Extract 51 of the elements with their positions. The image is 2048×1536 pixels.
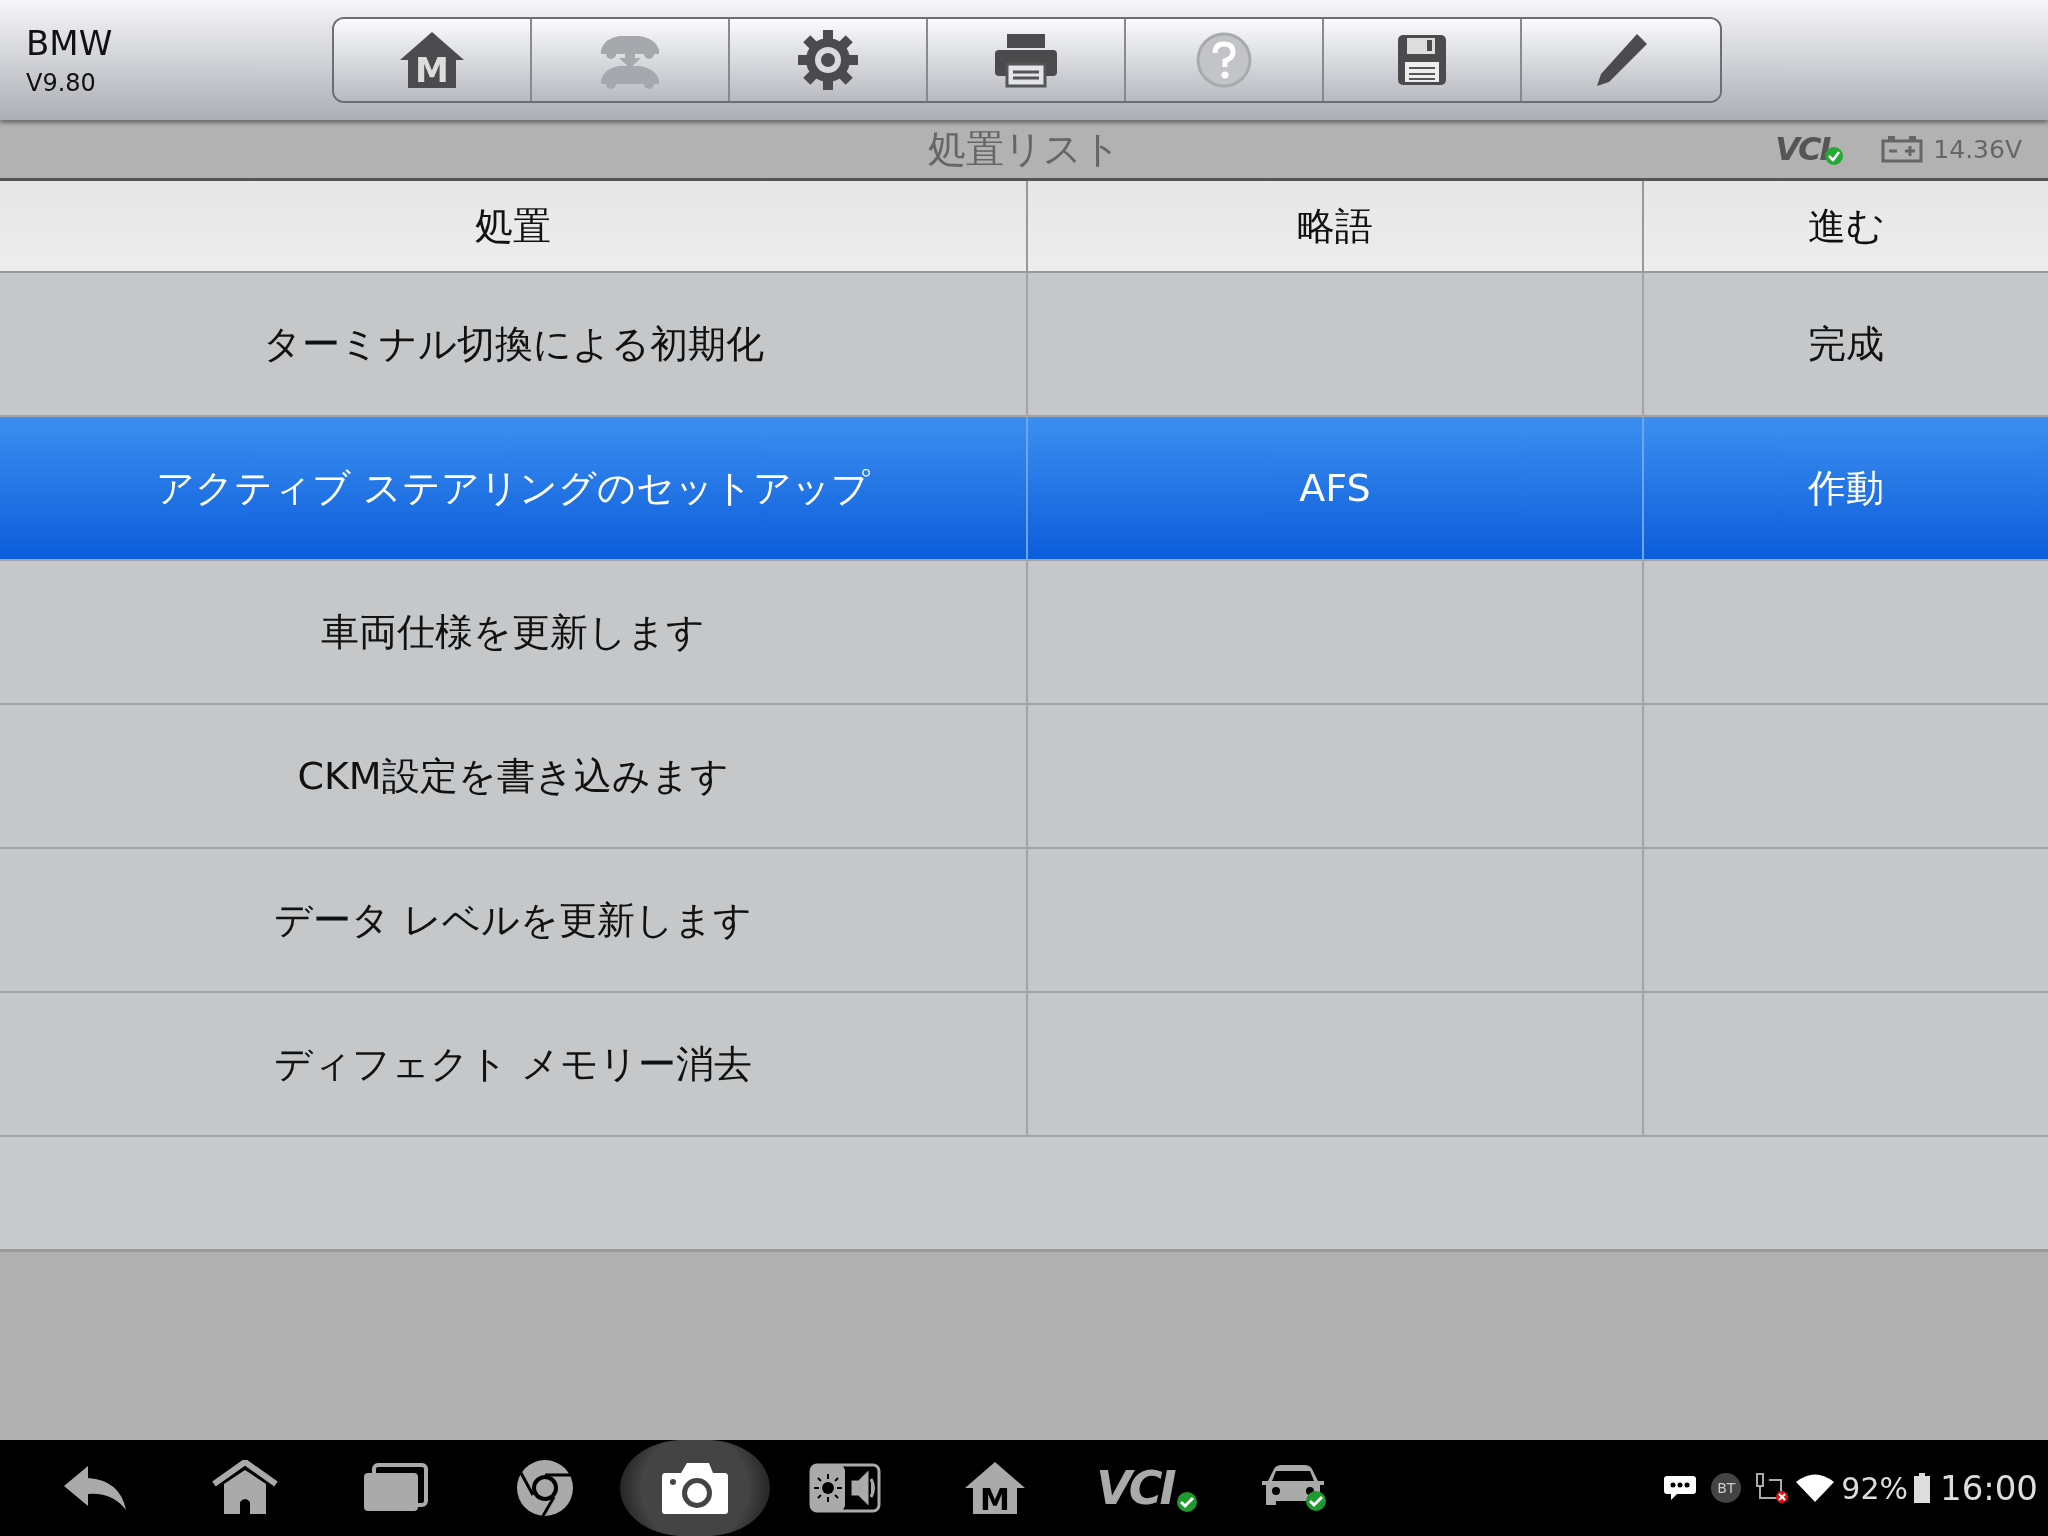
- battery-icon: [1914, 1473, 1930, 1503]
- table-cell-text: データ レベルを更新します: [274, 896, 752, 944]
- battery-voltage: 14.36V: [1933, 134, 2022, 164]
- battery-icon: [1881, 135, 1924, 163]
- house-icon: M: [963, 1460, 1027, 1516]
- house-icon: M: [398, 30, 466, 90]
- printer-icon: [993, 32, 1059, 88]
- column-header: 進む: [1806, 202, 1886, 250]
- table-row[interactable]: データ レベルを更新します: [0, 849, 2048, 993]
- table-row[interactable]: CKM設定を書き込みます: [0, 705, 2048, 849]
- browser-icon: [516, 1459, 574, 1517]
- help-icon: [1194, 30, 1254, 90]
- vci-label: VCI: [1775, 130, 1830, 168]
- table-row[interactable]: ターミナル切換による初期化 完成: [0, 273, 2048, 417]
- table-row[interactable]: アクティブ ステアリングのセットアップ AFS 作動: [0, 417, 2048, 561]
- recent-apps-icon: [362, 1463, 428, 1513]
- settings-button[interactable]: [730, 19, 928, 101]
- save-button[interactable]: [1324, 19, 1522, 101]
- chat-icon: [1663, 1474, 1698, 1502]
- table-cell-text: 車両仕様を更新します: [321, 608, 705, 656]
- table-cell-text: 作動: [1808, 464, 1884, 512]
- clock: 16:00: [1940, 1468, 2038, 1508]
- settings-icon: [797, 29, 859, 91]
- column-header: 略語: [1028, 181, 1644, 271]
- home-button[interactable]: M: [334, 19, 532, 101]
- m-home-nav-button[interactable]: M: [920, 1440, 1070, 1536]
- table-cell-text: AFS: [1299, 466, 1371, 510]
- table-cell-text: CKM設定を書き込みます: [297, 752, 729, 800]
- table-cell-text: ディフェクト メモリー消去: [274, 1040, 752, 1088]
- brightness-volume-icon: [809, 1463, 881, 1513]
- back-arrow-icon: [62, 1464, 128, 1512]
- column-header: 処置: [0, 181, 1028, 271]
- network-disconnected-icon: [1755, 1472, 1790, 1504]
- print-button[interactable]: [928, 19, 1126, 101]
- table-row[interactable]: ディフェクト メモリー消去: [0, 993, 2048, 1137]
- table-row[interactable]: 車両仕様を更新します: [0, 561, 2048, 705]
- camera-icon: [661, 1461, 729, 1515]
- screen-title: 処置リスト: [927, 125, 1121, 173]
- connected-check-icon: [1175, 1491, 1198, 1513]
- vci-label: VCI: [1095, 1461, 1176, 1515]
- battery-percent: 92%: [1841, 1470, 1908, 1506]
- edit-button[interactable]: [1522, 19, 1720, 101]
- wifi-icon: [1795, 1473, 1836, 1503]
- vci-nav-button[interactable]: VCI: [1070, 1440, 1220, 1536]
- app-name: BMW: [26, 23, 114, 63]
- home-icon: [210, 1460, 280, 1516]
- bluetooth-indicator: BT: [1711, 1473, 1742, 1503]
- table-cell-text: ターミナル切換による初期化: [262, 320, 764, 368]
- app-version: V9.80: [26, 69, 97, 97]
- table-cell-text: 完成: [1808, 320, 1884, 368]
- table-cell-text: アクティブ ステアリングのセットアップ: [155, 464, 871, 512]
